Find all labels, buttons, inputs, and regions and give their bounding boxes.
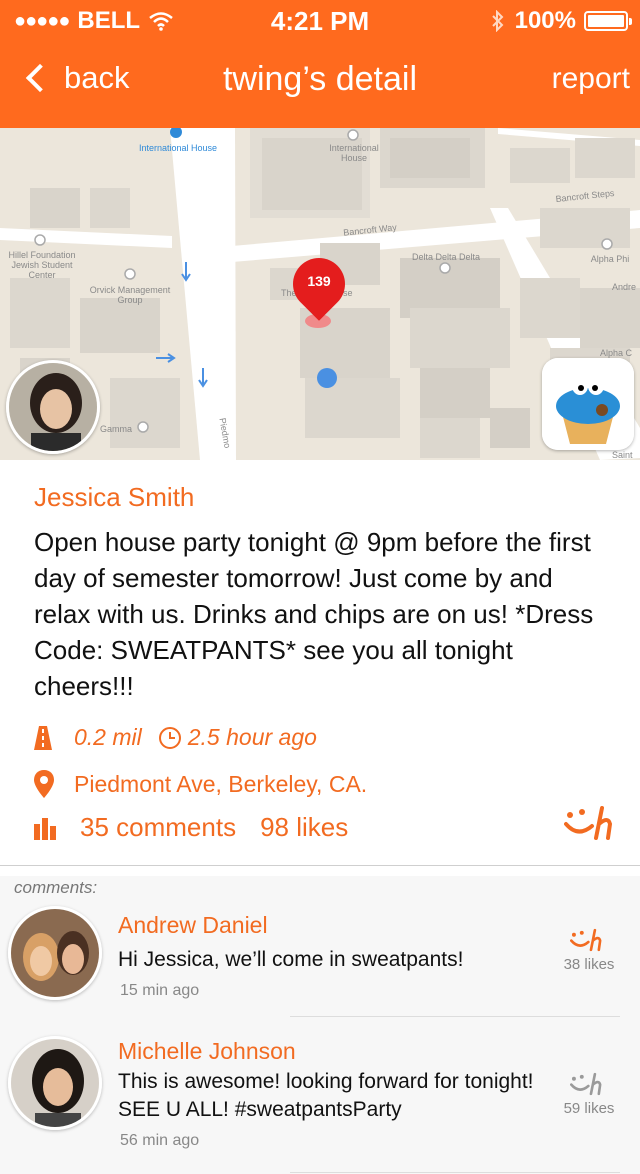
map-label-hillel: Hillel Foundation Jewish Student Center [8,250,76,280]
time-ago: 2.5 hour ago [187,724,317,750]
status-right: 100% [491,7,632,35]
distance-value: 0.2 mil [74,724,142,750]
comments-title: comments: [14,878,98,897]
header: ●●●●● BELL 4:21 PM 100% back twing’s det… [0,0,640,128]
map-label-orvick: Orvick Management Group [89,285,171,305]
comment-separator [290,1016,620,1017]
back-button[interactable]: back [22,60,129,96]
map-pin-icon [34,770,54,798]
cupcake-image [542,358,634,450]
comment-likes-count: 59 likes [563,1100,615,1117]
smile-logo-icon [570,1072,602,1096]
location-row: Piedmont Ave, Berkeley, CA. [34,770,367,798]
comment-likes-count: 38 likes [563,956,615,973]
comment-author[interactable]: Michelle Johnson [118,1038,296,1065]
map-label-alpha-phi: Alpha Phi [590,254,630,264]
status-bar: ●●●●● BELL 4:21 PM 100% [0,0,640,40]
map-label-andre: Andre [612,282,637,292]
road-icon [34,725,52,750]
report-button[interactable]: report [552,62,630,96]
comments-section: comments: Andrew Daniel Hi Jessica, we’l… [0,876,640,1174]
map-label-international-house-2: International House [329,143,379,163]
back-label: back [64,60,130,95]
avatar-image [9,363,97,451]
bluetooth-icon [491,10,504,32]
smile-logo-icon [564,806,613,840]
chevron-left-icon [25,63,55,93]
map-label-gamma: Gamma [99,424,132,434]
section-divider [0,865,640,866]
like-button[interactable] [564,806,622,840]
comment-like[interactable]: 38 likes [554,928,624,973]
avatar[interactable] [8,1036,102,1130]
map-view[interactable]: International House International House … [0,128,640,460]
map-label-saint: Saint [612,450,633,460]
comment-item: Michelle Johnson This is awesome! lookin… [0,1036,640,1166]
comment-time: 15 min ago [120,982,200,999]
post-text: Open house party tonight @ 9pm before th… [34,527,594,701]
pin-count: 139 [307,273,331,289]
comment-text: Hi Jessica, we’ll come in sweatpants! [118,948,464,971]
smile-logo-icon [570,928,602,952]
twing-detail-screen: ●●●●● BELL 4:21 PM 100% back twing’s det… [0,0,640,1174]
avatar-image [11,1039,99,1127]
avatar[interactable] [8,906,102,1000]
bar-chart-icon [34,817,56,840]
author-avatar[interactable] [6,360,100,454]
clock-icon [158,726,181,749]
comment-separator [290,1172,620,1173]
avatar-image [11,909,99,997]
post-author[interactable]: Jessica Smith [34,482,194,513]
map-label-alpha-c: Alpha C [600,348,633,358]
stats-row: 35 comments 98 likes [34,812,348,843]
battery-icon [584,11,632,31]
map-label-house-suffix: se [343,288,353,298]
comments-count[interactable]: 35 comments [80,812,236,843]
likes-count[interactable]: 98 likes [260,812,348,843]
post-detail: Jessica Smith Open house party tonight @… [0,460,640,866]
comment-item: Andrew Daniel Hi Jessica, we’ll come in … [0,906,640,1026]
comment-author[interactable]: Andrew Daniel [118,912,268,939]
current-location-dot [317,368,337,388]
comment-time: 56 min ago [120,1132,200,1149]
map-label-international-house: International House [138,143,218,153]
map-label-delta-delta-delta: Delta Delta Delta [411,252,481,262]
comment-like[interactable]: 59 likes [554,1072,624,1117]
location-text[interactable]: Piedmont Ave, Berkeley, CA. [74,771,367,798]
event-map-pin[interactable]: 139 [282,247,356,321]
nav-bar: back twing’s detail report [0,40,640,128]
comment-text: This is awesome! looking forward for ton… [118,1070,534,1121]
battery-percent: 100% [514,7,576,34]
event-thumbnail[interactable] [542,358,634,450]
distance-time-row: 0.2 mil 2.5 hour ago [34,724,317,751]
